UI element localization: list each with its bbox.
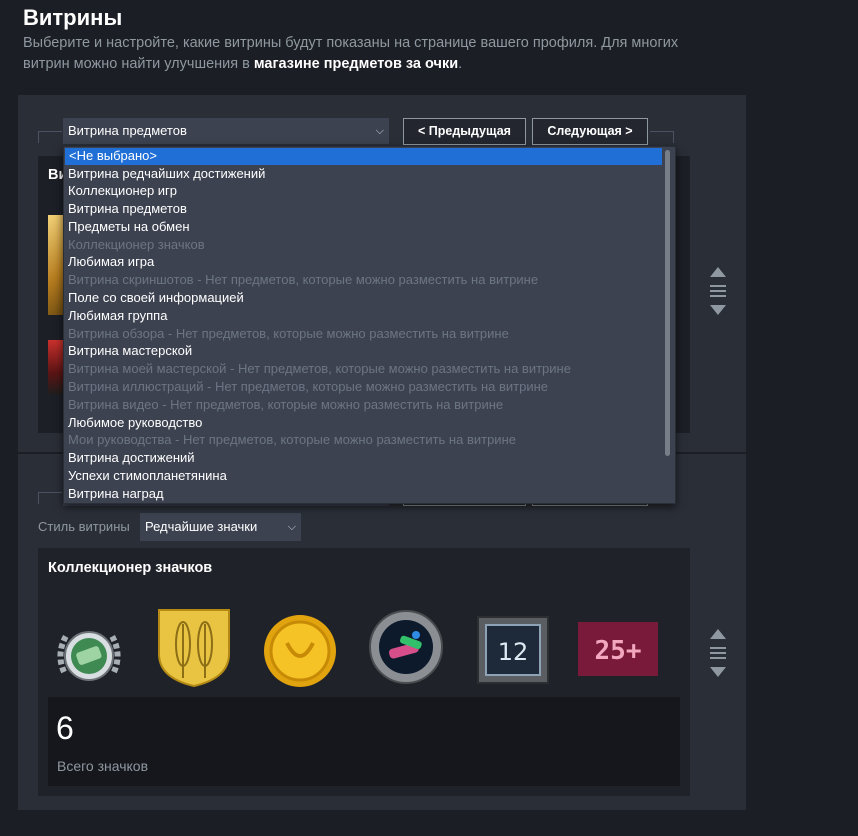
item-thumbnail-gold: [48, 215, 64, 315]
dropdown-option: Витрина иллюстраций - Нет предметов, кот…: [68, 379, 548, 395]
25-plus-badge-icon[interactable]: 25+: [578, 622, 658, 676]
dropdown-options: <Не выбрано> Витрина редчайших достижений…: [64, 148, 675, 503]
dropdown-option: Витрина обзора - Нет предметов, которые …: [68, 325, 509, 341]
bracket-left-2: [38, 492, 62, 504]
previous-button[interactable]: < Предыдущая: [403, 118, 526, 145]
item-thumbnail-red: [48, 340, 64, 395]
gold-coin-badge-icon[interactable]: [262, 613, 338, 689]
dropdown-option[interactable]: Успехи стимопланетянина: [64, 467, 675, 485]
level-12-badge-icon[interactable]: 12: [477, 616, 549, 684]
dropdown-option: Витрина моей мастерской - Нет предметов,…: [68, 361, 571, 377]
page-title: Витрины: [23, 5, 123, 30]
dropdown-option: Витрина скриншотов - Нет предметов, кото…: [68, 272, 539, 288]
drag-handle-icon[interactable]: [710, 647, 726, 659]
chevron-down-icon: ⌵: [287, 521, 296, 533]
bracket-right: [650, 131, 674, 143]
showcase-2-controls: [708, 629, 728, 677]
dropdown-option[interactable]: Поле со своей информацией: [64, 289, 675, 307]
dropdown-option[interactable]: Любимая группа: [64, 307, 675, 325]
badge-collector-title: Коллекционер значков: [48, 560, 213, 576]
laurel-badge-icon[interactable]: [50, 622, 128, 688]
dropdown-option: Витрина видео - Нет предметов, которые м…: [68, 396, 504, 412]
dropdown-option[interactable]: Коллекционер игр: [64, 182, 675, 200]
move-down-icon[interactable]: [710, 305, 726, 315]
dropdown-option[interactable]: Витрина достижений: [64, 449, 675, 467]
badge-level-text: 12: [498, 638, 529, 666]
dropdown-option[interactable]: Любимая игра: [64, 253, 675, 271]
dropdown-option[interactable]: Витрина мастерской: [64, 342, 675, 360]
move-down-icon[interactable]: [710, 667, 726, 677]
showcase-1-controls: [708, 267, 728, 315]
points-shop-link[interactable]: магазине предметов за очки: [254, 56, 458, 72]
total-badges-label: Всего значков: [57, 758, 149, 774]
bracket-left: [38, 131, 62, 143]
dropdown-option[interactable]: Витрина наград: [64, 485, 675, 503]
showcase-type-dropdown-list: <Не выбрано> Витрина редчайших достижений…: [63, 146, 676, 504]
dropdown-option: Коллекционер значков: [68, 236, 205, 252]
badge-years-text: 25+: [595, 636, 642, 666]
drag-handle-icon[interactable]: [710, 285, 726, 297]
move-up-icon[interactable]: [710, 267, 726, 277]
showcase-type-value: Витрина предметов: [68, 123, 187, 138]
dropdown-option: Мои руководства - Нет предметов, которые…: [68, 432, 516, 448]
description-end: .: [458, 56, 463, 72]
dropdown-scrollbar[interactable]: [665, 150, 670, 456]
chevron-down-icon: ⌵: [375, 125, 384, 137]
porthole-badge-icon[interactable]: [368, 609, 444, 685]
dropdown-option[interactable]: Витрина предметов: [64, 200, 675, 218]
showcase-style-value: Редчайшие значки: [145, 519, 258, 534]
total-badges-count: 6: [56, 710, 74, 746]
showcase-style-select[interactable]: Редчайшие значки ⌵: [140, 513, 301, 541]
dropdown-option[interactable]: Любимое руководство: [64, 414, 675, 432]
move-up-icon[interactable]: [710, 629, 726, 639]
page-description: Выберите и настройте, какие витрины буду…: [23, 33, 723, 75]
showcase-style-label: Стиль витрины: [38, 519, 130, 534]
dropdown-option[interactable]: Витрина редчайших достижений: [64, 165, 675, 183]
dropdown-option[interactable]: <Не выбрано>: [65, 148, 662, 165]
wheat-shield-badge-icon[interactable]: [155, 608, 233, 688]
showcase-type-select[interactable]: Витрина предметов ⌵: [63, 118, 389, 144]
next-button[interactable]: Следующая >: [532, 118, 648, 145]
dropdown-option[interactable]: Предметы на обмен: [64, 218, 675, 236]
